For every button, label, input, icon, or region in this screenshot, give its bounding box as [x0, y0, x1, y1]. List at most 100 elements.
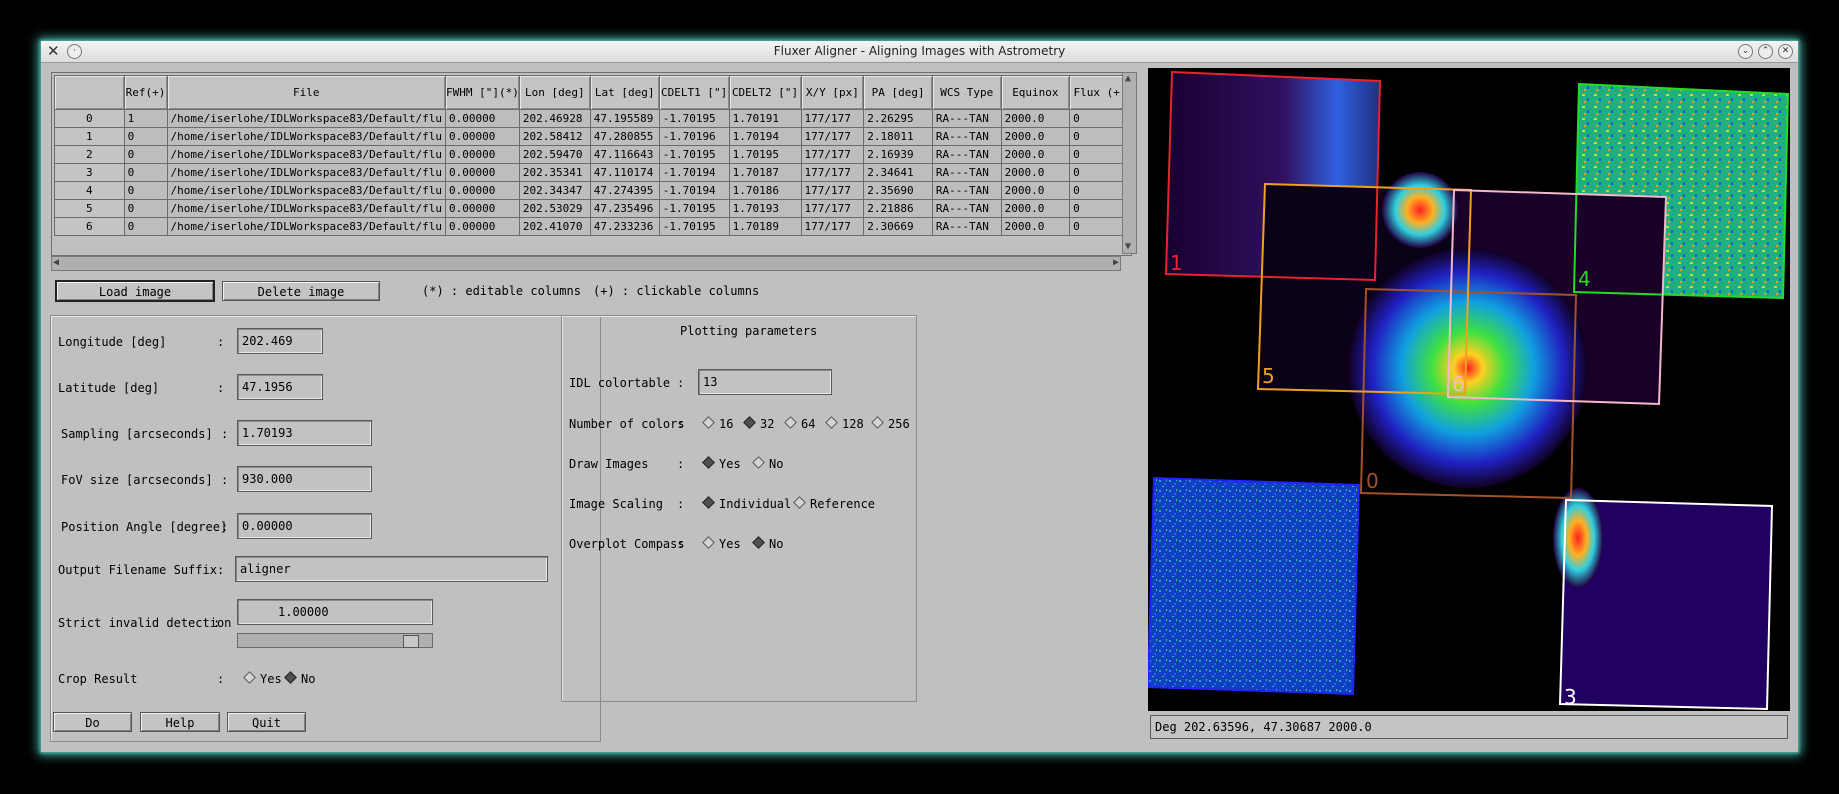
- table-cell[interactable]: 2000.0: [1000, 109, 1071, 128]
- table-cell[interactable]: 0: [123, 217, 168, 236]
- radio-diamond-icon[interactable]: [702, 496, 715, 509]
- table-row[interactable]: 1 0/home/iserlohe/IDLWorkspace83/Default/…: [54, 127, 1131, 146]
- table-cell[interactable]: 177/177: [800, 127, 865, 146]
- table-cell[interactable]: -1.70196: [658, 127, 730, 146]
- radio-option[interactable]: Yes: [702, 536, 741, 551]
- table-cell[interactable]: 0.00000: [445, 199, 520, 218]
- table-cell[interactable]: 2.35690: [863, 181, 933, 200]
- table-cell[interactable]: 177/177: [800, 163, 865, 182]
- table-cell[interactable]: 2.18011: [863, 127, 933, 146]
- table-cell[interactable]: 0: [123, 163, 168, 182]
- scroll-right-icon[interactable]: ▶: [1113, 257, 1119, 269]
- table-cell[interactable]: RA---TAN: [931, 199, 1002, 218]
- row-index-cell[interactable]: 0: [54, 109, 125, 128]
- radio-diamond-icon[interactable]: [743, 416, 756, 429]
- quit-button[interactable]: Quit: [227, 712, 306, 732]
- table-cell[interactable]: 202.34347: [518, 181, 591, 200]
- table-cell[interactable]: 0: [123, 181, 168, 200]
- fov-size-field[interactable]: 930.000: [237, 466, 372, 492]
- table-cell[interactable]: 2.21886: [863, 199, 933, 218]
- radio-option[interactable]: 128: [825, 416, 864, 431]
- row-index-cell[interactable]: 4: [54, 181, 125, 200]
- table-cell[interactable]: 202.53029: [518, 199, 591, 218]
- strict-detection-slider[interactable]: [237, 633, 433, 648]
- radio-diamond-icon[interactable]: [825, 416, 838, 429]
- table-cell[interactable]: 202.35341: [518, 163, 591, 182]
- table-cell[interactable]: 2.34641: [863, 163, 933, 182]
- table-cell[interactable]: /home/iserlohe/IDLWorkspace83/Default/fl…: [166, 127, 447, 146]
- table-cell[interactable]: 2000.0: [1000, 145, 1071, 164]
- table-cell[interactable]: 177/177: [800, 217, 865, 236]
- colortable-field[interactable]: 13: [698, 369, 832, 395]
- table-cell[interactable]: 1: [123, 109, 168, 128]
- radio-diamond-icon[interactable]: [284, 671, 297, 684]
- maximize-button[interactable]: ⌃: [1758, 44, 1773, 59]
- radio-diamond-icon[interactable]: [784, 416, 797, 429]
- table-vertical-scrollbar[interactable]: ▲ ▼: [1122, 72, 1137, 254]
- row-index-cell[interactable]: 3: [54, 163, 125, 182]
- sampling-field[interactable]: 1.70193: [237, 420, 372, 446]
- table-cell[interactable]: -1.70195: [658, 145, 730, 164]
- table-cell[interactable]: -1.70195: [658, 217, 730, 236]
- minimize-button[interactable]: ⌄: [1738, 44, 1753, 59]
- table-cell[interactable]: 2.16939: [863, 145, 933, 164]
- table-cell[interactable]: RA---TAN: [931, 163, 1002, 182]
- radio-option[interactable]: Yes: [702, 456, 741, 471]
- table-cell[interactable]: 0.00000: [445, 217, 520, 236]
- radio-option[interactable]: Reference: [793, 496, 875, 511]
- column-header[interactable]: Ref(+): [123, 75, 168, 110]
- table-cell[interactable]: 202.41070: [518, 217, 591, 236]
- table-cell[interactable]: 47.116643: [589, 145, 660, 164]
- table-cell[interactable]: 0: [123, 199, 168, 218]
- radio-option[interactable]: 256: [871, 416, 910, 431]
- scroll-up-icon[interactable]: ▲: [1125, 73, 1131, 85]
- radio-option[interactable]: No: [284, 671, 315, 686]
- radio-option[interactable]: 32: [743, 416, 774, 431]
- radio-diamond-icon[interactable]: [702, 456, 715, 469]
- table-cell[interactable]: -1.70194: [658, 163, 730, 182]
- table-cell[interactable]: 202.58412: [518, 127, 591, 146]
- table-cell[interactable]: 1.70195: [728, 145, 802, 164]
- table-cell[interactable]: 0.00000: [445, 163, 520, 182]
- table-cell[interactable]: 1.70189: [728, 217, 802, 236]
- table-cell[interactable]: 0: [123, 145, 168, 164]
- table-cell[interactable]: 2000.0: [1000, 217, 1071, 236]
- strict-detection-field[interactable]: 1.00000: [237, 599, 433, 625]
- radio-option[interactable]: Yes: [243, 671, 282, 686]
- table-row[interactable]: 5 0/home/iserlohe/IDLWorkspace83/Default/…: [54, 199, 1131, 218]
- table-cell[interactable]: 2000.0: [1000, 199, 1071, 218]
- load-image-button[interactable]: Load image: [55, 280, 215, 302]
- row-index-cell[interactable]: 6: [54, 217, 125, 236]
- table-cell[interactable]: 47.195589: [589, 109, 660, 128]
- radio-diamond-icon[interactable]: [702, 536, 715, 549]
- delete-image-button[interactable]: Delete image: [222, 281, 380, 301]
- radio-option[interactable]: No: [752, 456, 783, 471]
- table-cell[interactable]: 47.110174: [589, 163, 660, 182]
- table-cell[interactable]: 1.70186: [728, 181, 802, 200]
- table-cell[interactable]: 177/177: [800, 199, 865, 218]
- table-cell[interactable]: /home/iserlohe/IDLWorkspace83/Default/fl…: [166, 181, 447, 200]
- radio-diamond-icon[interactable]: [752, 456, 765, 469]
- table-cell[interactable]: 47.274395: [589, 181, 660, 200]
- table-cell[interactable]: 177/177: [800, 145, 865, 164]
- table-cell[interactable]: 1.70187: [728, 163, 802, 182]
- table-row[interactable]: 0 1/home/iserlohe/IDLWorkspace83/Default/…: [54, 109, 1131, 128]
- table-cell[interactable]: 0.00000: [445, 109, 520, 128]
- row-index-cell[interactable]: 5: [54, 199, 125, 218]
- scroll-left-icon[interactable]: ◀: [53, 257, 59, 269]
- table-cell[interactable]: 47.280855: [589, 127, 660, 146]
- table-horizontal-scrollbar[interactable]: ◀ ▶: [51, 256, 1121, 271]
- radio-option[interactable]: Individual: [702, 496, 791, 511]
- table-cell[interactable]: 47.233236: [589, 217, 660, 236]
- table-cell[interactable]: RA---TAN: [931, 127, 1002, 146]
- table-cell[interactable]: /home/iserlohe/IDLWorkspace83/Default/fl…: [166, 217, 447, 236]
- table-cell[interactable]: 1.70193: [728, 199, 802, 218]
- table-cell[interactable]: /home/iserlohe/IDLWorkspace83/Default/fl…: [166, 199, 447, 218]
- table-cell[interactable]: 2000.0: [1000, 163, 1071, 182]
- radio-option[interactable]: 64: [784, 416, 815, 431]
- table-cell[interactable]: 0.00000: [445, 181, 520, 200]
- table-cell[interactable]: RA---TAN: [931, 109, 1002, 128]
- radio-diamond-icon[interactable]: [752, 536, 765, 549]
- radio-diamond-icon[interactable]: [702, 416, 715, 429]
- slider-thumb[interactable]: [403, 635, 419, 648]
